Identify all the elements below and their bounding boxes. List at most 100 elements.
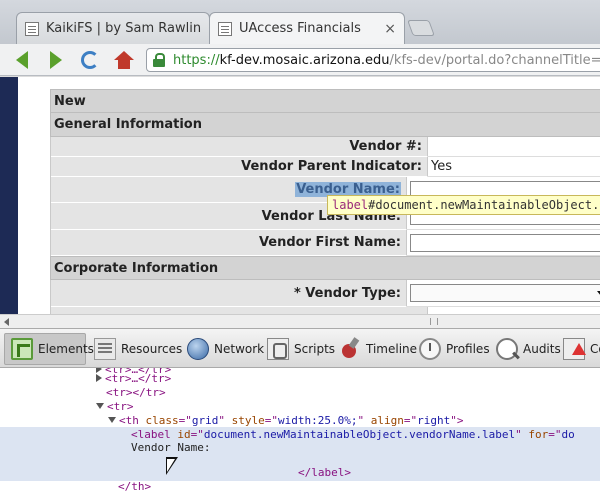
attr-value: width:25.0%; — [278, 413, 358, 427]
tab-elements[interactable]: Elements — [4, 333, 94, 365]
url-scheme: https:// — [173, 52, 220, 68]
close-tab-icon[interactable]: × — [378, 21, 396, 37]
attr-value: grid — [191, 413, 219, 427]
resources-icon — [94, 338, 116, 360]
tab-resources[interactable]: Resources — [94, 333, 182, 365]
next-row — [50, 307, 600, 314]
vendor-parent-row: Vendor Parent Indicator: Yes — [50, 157, 600, 177]
expand-icon[interactable] — [96, 374, 102, 382]
field-label: Vendor First Name: — [51, 230, 407, 256]
back-arrow-icon — [16, 51, 28, 69]
tab-kaikifs[interactable]: KaikiFS | by Sam Rawlin × — [16, 12, 210, 44]
section-corporate-information: Corporate Information — [50, 256, 600, 280]
back-button[interactable] — [10, 49, 34, 71]
next-cell — [428, 307, 600, 314]
reload-icon — [81, 51, 99, 69]
browser-tab-strip: KaikiFS | by Sam Rawlin × UAccess Financ… — [0, 0, 600, 44]
tag-open: <label — [131, 427, 171, 441]
splitter-grip[interactable] — [430, 318, 438, 325]
field-label — [51, 307, 428, 314]
page-icon — [218, 21, 232, 36]
tag-text: <tr>…</tr> — [105, 371, 172, 385]
attr-value: do — [561, 427, 575, 441]
dom-node-label-selected[interactable]: <label id =" document.newMaintainableObjec… — [131, 427, 575, 441]
vendor-parent-value: Yes — [428, 157, 600, 177]
tab-label: Profiles — [446, 342, 490, 356]
vendor-type-row: * Vendor Type: — [50, 280, 600, 307]
lock-icon — [153, 53, 165, 67]
attr-name: style — [231, 413, 265, 427]
tab-label: Timeline — [366, 342, 418, 356]
timeline-icon — [339, 338, 361, 360]
tab-timeline[interactable]: Timeline — [339, 333, 417, 365]
field-label: * Vendor Type: — [51, 280, 407, 307]
dom-node-tr-empty[interactable]: <tr></tr> — [106, 385, 166, 399]
vendor-type-select[interactable] — [410, 284, 600, 302]
tag-close: </label> — [298, 465, 351, 479]
tab-uaccess-financials[interactable]: UAccess Financials × — [209, 12, 405, 44]
reload-button[interactable] — [78, 49, 102, 71]
dom-text-node[interactable]: Vendor Name: — [131, 440, 210, 454]
dom-node-th-close[interactable]: </th> — [118, 479, 151, 493]
tab-label: Scripts — [294, 342, 336, 356]
tab-label: Co — [590, 342, 600, 356]
tag-text: <tr></tr> — [106, 385, 166, 399]
tag-open: <th — [119, 413, 139, 427]
url-host: kf-dev.mosaic.arizona.edu — [219, 52, 390, 68]
tab-profiles[interactable]: Profiles — [419, 333, 490, 365]
forward-arrow-icon — [50, 51, 62, 69]
profiles-icon — [419, 338, 441, 360]
tooltip-tag: label — [332, 198, 369, 212]
horizontal-scrollbar[interactable] — [0, 314, 600, 328]
tab-label: Elements — [38, 342, 94, 356]
console-icon — [563, 338, 586, 360]
tab-title: UAccess Financials — [239, 21, 361, 36]
vendor-first-name-input[interactable] — [410, 233, 600, 252]
collapse-icon[interactable] — [108, 417, 116, 423]
field-label: Vendor #: — [51, 137, 428, 157]
tab-label: Audits — [523, 342, 561, 356]
tab-network[interactable]: Network — [187, 333, 264, 365]
text-content: Vendor Name: — [131, 440, 211, 454]
audits-icon — [496, 338, 518, 360]
home-button[interactable] — [112, 49, 136, 71]
page-icon — [25, 21, 39, 36]
attr-value: document.newMaintainableObject.vendorNam… — [203, 427, 516, 441]
vendor-number-value — [428, 137, 600, 157]
dom-node-label-close[interactable]: </label> — [298, 465, 351, 479]
vendor-first-name-cell — [407, 230, 600, 256]
attr-value: right — [417, 413, 451, 427]
new-tab-button[interactable] — [407, 20, 435, 36]
mouse-pointer-icon — [166, 457, 178, 475]
address-bar[interactable]: https://kf-dev.mosaic.arizona.edu/kfs-de… — [146, 48, 600, 72]
tab-label: Network — [214, 342, 265, 356]
tab-console[interactable]: Co — [563, 333, 600, 365]
left-nav-stripe — [0, 77, 18, 314]
network-icon — [187, 338, 209, 360]
section-general-information: General Information — [50, 113, 600, 137]
dom-node-tr-open[interactable]: <tr> — [96, 399, 134, 413]
tab-scripts[interactable]: Scripts — [267, 333, 335, 365]
tab-label: Resources — [121, 342, 183, 356]
attr-name: class — [145, 413, 179, 427]
browser-toolbar: https://kf-dev.mosaic.arizona.edu/kfs-de… — [0, 44, 600, 76]
vendor-type-cell — [407, 280, 600, 307]
forward-button[interactable] — [44, 49, 68, 71]
page-viewport: New General Information Vendor #: Vendor… — [0, 77, 600, 314]
dom-node-tr-collapsed[interactable]: <tr>…</tr> — [96, 371, 171, 385]
tag-text: <tr> — [107, 399, 134, 413]
attr-name: id — [177, 427, 191, 441]
elements-tree: <tr>…</tr> <tr>…</tr> <tr></tr> <tr> <th… — [0, 368, 600, 497]
attr-name: for — [528, 427, 549, 441]
tab-audits[interactable]: Audits — [496, 333, 561, 365]
tooltip-selector: #document.newMaintainableObject.ve — [368, 198, 600, 212]
collapse-icon[interactable] — [96, 403, 104, 409]
field-label: Vendor Parent Indicator: — [51, 157, 428, 177]
devtools-toolbar: Elements Resources Network Scripts Timel… — [0, 328, 600, 368]
scroll-left-icon[interactable] — [4, 318, 9, 326]
elements-icon — [11, 338, 33, 360]
inspect-tooltip: label #document.newMaintainableObject.ve — [327, 195, 600, 215]
document-header: New — [50, 89, 600, 113]
vendor-number-row: Vendor #: — [50, 137, 600, 157]
dom-node-th[interactable]: <th class = " grid " style =" width:25.0%; " al… — [108, 413, 463, 427]
